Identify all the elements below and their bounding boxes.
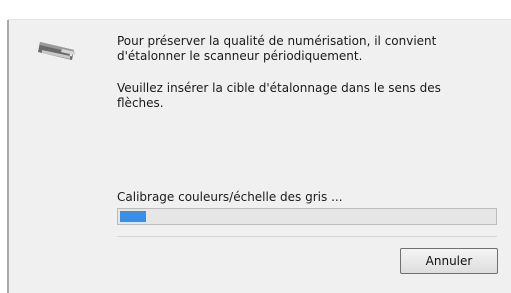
window-top-edge <box>8 0 511 20</box>
calibration-progress-bar <box>117 208 497 225</box>
calibration-message: Pour préserver la qualité de numérisatio… <box>117 34 437 63</box>
calibration-dialog: Pour préserver la qualité de numérisatio… <box>0 0 511 293</box>
scanner-icon <box>38 42 76 60</box>
insert-target-message: Veuillez insérer la cible d'étalonnage d… <box>117 81 441 110</box>
progress-fill <box>120 211 146 222</box>
window-left-edge <box>0 0 9 293</box>
progress-status-label: Calibrage couleurs/échelle des gris ... <box>117 190 343 204</box>
cancel-button[interactable]: Annuler <box>400 248 498 274</box>
separator-line <box>117 236 497 237</box>
